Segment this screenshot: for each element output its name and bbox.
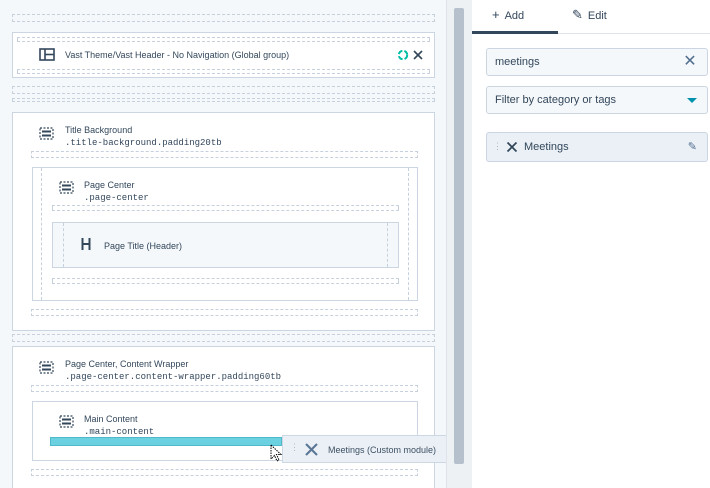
section-icon <box>39 127 54 140</box>
row-top-dropzone <box>17 37 430 42</box>
section-dropzone <box>31 151 418 158</box>
global-group-icon[interactable] <box>397 49 409 61</box>
heading-icon <box>81 238 91 250</box>
group-bottom-dropzone <box>52 278 399 284</box>
tab-add-label: Add <box>504 10 525 22</box>
section-class: .page-center.content-wrapper.padding60tb <box>65 372 282 382</box>
clear-search-icon[interactable]: ✕ <box>680 52 700 72</box>
tab-edit[interactable]: ✎ Edit <box>570 0 607 34</box>
drop-zone-between <box>12 334 435 342</box>
canvas-scrollbar[interactable] <box>446 0 472 488</box>
group-class: .main-content <box>84 427 155 437</box>
filter-label: Filter by category or tags <box>495 94 617 106</box>
drag-handle-icon: ⋮ <box>290 442 299 452</box>
category-filter-dropdown[interactable]: Filter by category or tags <box>486 86 708 114</box>
pencil-icon: ✎ <box>572 7 583 22</box>
group-class: .page-center <box>84 193 149 203</box>
dragged-module-label: Meetings (Custom module) <box>328 445 437 455</box>
meetings-icon <box>305 443 318 456</box>
group-dropzone <box>52 205 399 211</box>
plus-icon: + <box>492 7 500 22</box>
section-title: Page Center, Content Wrapper <box>65 359 189 369</box>
layout-icon <box>39 48 55 61</box>
module-label: Page Title (Header) <box>104 241 183 251</box>
edit-module-icon[interactable]: ✎ <box>688 140 697 153</box>
header-group-row[interactable]: Vast Theme/Vast Header - No Navigation (… <box>12 32 435 78</box>
title-background-section[interactable]: Title Background .title-background.paddi… <box>12 112 435 331</box>
chevron-down-icon <box>687 98 697 103</box>
tab-add[interactable]: + Add <box>472 0 558 34</box>
drop-zone-top <box>12 14 435 22</box>
row-bottom-dropzone <box>17 69 430 74</box>
layout-canvas: Vast Theme/Vast Header - No Navigation (… <box>0 0 446 488</box>
section-icon <box>39 361 54 374</box>
section-bottom-dropzone <box>31 469 418 476</box>
scrollbar-thumb[interactable] <box>454 8 464 464</box>
sidebar-tabs: + Add ✎ Edit <box>472 0 710 34</box>
page-title-module[interactable]: Page Title (Header) <box>52 222 399 268</box>
drag-handle-icon: ⋮ <box>493 141 502 151</box>
meetings-icon <box>506 141 518 153</box>
header-group-label: Vast Theme/Vast Header - No Navigation (… <box>65 50 290 60</box>
drop-indicator <box>50 437 282 446</box>
module-result-label: Meetings <box>524 141 569 153</box>
drop-zone-middle-2 <box>12 98 435 102</box>
cursor-icon <box>270 444 283 462</box>
dragged-module-chip[interactable]: ⋮ Meetings (Custom module) <box>282 435 446 463</box>
group-icon <box>59 415 74 428</box>
module-sidebar: +Add ✎Edit ✕ Filter by category or tags … <box>472 0 710 488</box>
group-icon <box>59 181 74 194</box>
module-result-meetings[interactable]: ⋮ Meetings ✎ <box>486 132 708 162</box>
page-center-group[interactable]: Page Center .page-center Page Title (Hea… <box>32 167 418 301</box>
content-wrapper-section[interactable]: Page Center, Content Wrapper .page-cente… <box>12 346 435 488</box>
group-title: Page Center <box>84 180 135 190</box>
section-title: Title Background <box>65 125 133 135</box>
drop-zone-middle <box>12 86 435 94</box>
tools-icon[interactable] <box>412 49 424 61</box>
tab-edit-label: Edit <box>587 10 607 22</box>
group-title: Main Content <box>84 414 138 424</box>
section-dropzone <box>31 385 418 392</box>
section-class: .title-background.padding20tb <box>65 138 222 148</box>
section-bottom-dropzone <box>31 309 418 316</box>
module-search-input[interactable] <box>486 48 708 76</box>
